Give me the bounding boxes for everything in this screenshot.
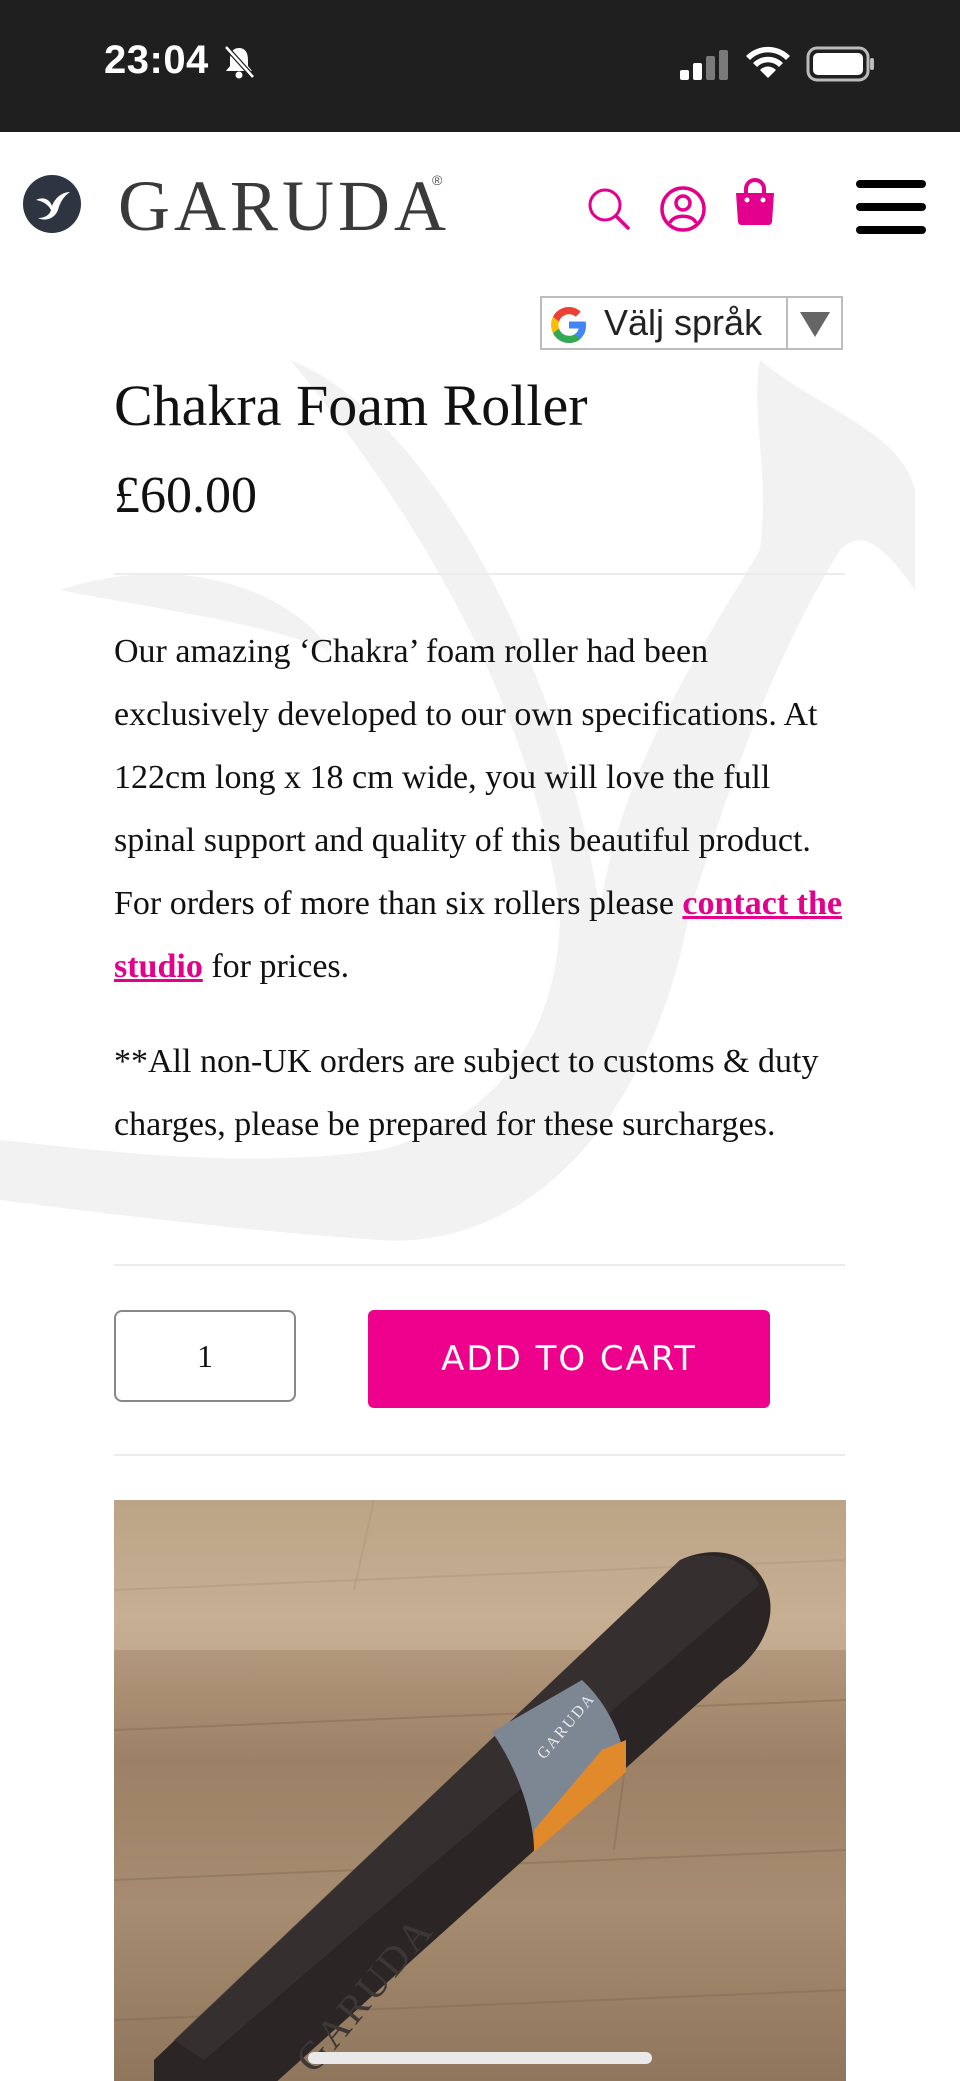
bell-muted-icon (224, 45, 255, 79)
language-selector[interactable]: Välj språk (540, 296, 843, 350)
add-to-cart-button[interactable]: ADD TO CART (368, 1310, 770, 1408)
foam-roller-photo: GARUDA GARUDA (114, 1500, 846, 2081)
wifi-icon (746, 46, 790, 78)
description-text-end: for prices. (202, 948, 350, 985)
signal-icon (680, 50, 728, 80)
status-time: 23:04 (104, 38, 209, 82)
cart-bag-icon[interactable] (732, 178, 778, 226)
divider (786, 298, 788, 348)
status-bar: 23:04 (0, 0, 960, 132)
language-selector-label: Välj språk (604, 302, 763, 343)
home-indicator[interactable] (308, 2052, 652, 2064)
product-image[interactable]: GARUDA GARUDA (114, 1500, 846, 2081)
garuda-logo-icon[interactable] (22, 174, 82, 234)
quantity-input[interactable]: 1 (114, 1310, 296, 1402)
customs-note: **All non-UK orders are subject to custo… (114, 1043, 819, 1143)
divider (114, 573, 845, 575)
divider (114, 1454, 845, 1456)
battery-icon (806, 46, 874, 82)
google-g-icon (551, 307, 586, 343)
description-text: Our amazing ‘Chakra’ foam roller had bee… (114, 633, 818, 922)
logo-registered-mark: ® (432, 172, 443, 188)
product-description: Our amazing ‘Chakra’ foam roller had bee… (114, 620, 844, 998)
product-price: £60.00 (114, 467, 257, 524)
logo-wordmark[interactable]: GARUDA (118, 165, 450, 248)
hamburger-menu-icon[interactable] (856, 180, 926, 234)
divider (114, 1264, 845, 1266)
account-icon[interactable] (658, 184, 708, 234)
product-title: Chakra Foam Roller (114, 373, 588, 438)
search-icon[interactable] (586, 186, 632, 232)
chevron-down-icon[interactable] (798, 310, 832, 338)
